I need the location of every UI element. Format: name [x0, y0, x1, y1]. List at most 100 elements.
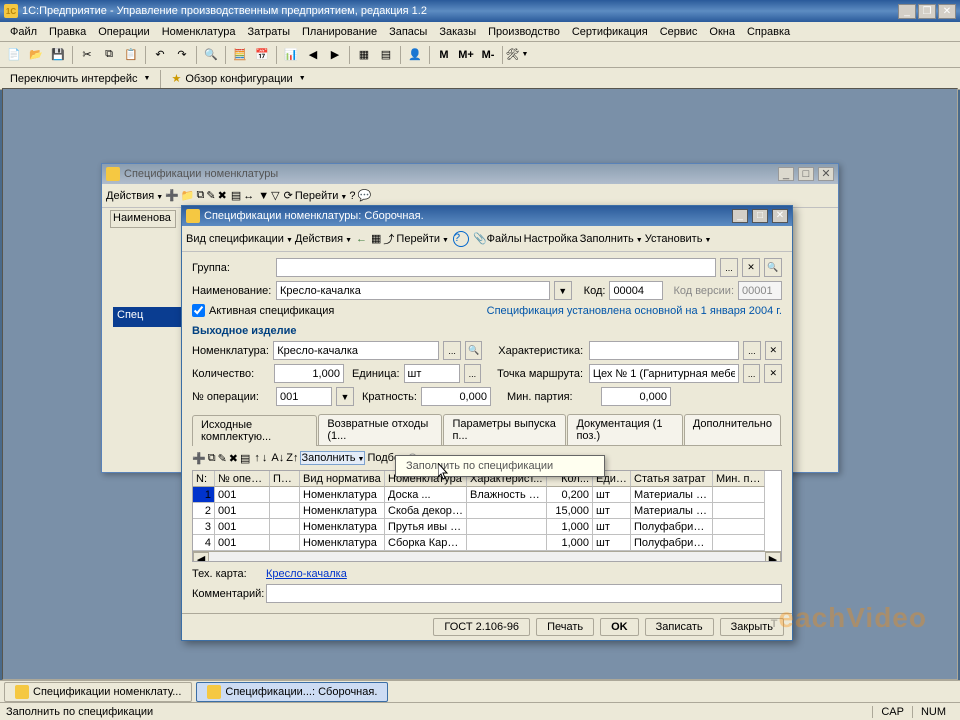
qty-input[interactable] — [274, 364, 344, 383]
copy-icon[interactable]: ⧉ — [99, 45, 119, 65]
tab-extra[interactable]: Дополнительно — [684, 414, 781, 445]
fill-dropdown-item[interactable]: Заполнить по спецификации — [395, 455, 605, 477]
nav-back-icon[interactable]: ◀ — [303, 45, 323, 65]
grid-sort2-icon[interactable]: Z↑ — [286, 452, 298, 464]
nomen-search[interactable]: 🔍 — [465, 341, 482, 360]
files-button[interactable]: 📎Файлы — [473, 232, 522, 245]
save-icon[interactable]: 💾 — [48, 45, 68, 65]
col-min[interactable]: Мин. пар — [713, 471, 765, 487]
win1-actions[interactable]: Действия▼ — [106, 190, 163, 202]
unit-ellipsis[interactable]: ... — [464, 364, 482, 383]
grid-del-icon[interactable]: ✖ — [229, 452, 238, 465]
win2-help-icon[interactable]: ? — [453, 231, 469, 247]
menu-help[interactable]: Справка — [741, 24, 796, 40]
table-row[interactable]: 3001НоменклатураПрутья ивы (дл...1,000шт… — [193, 519, 781, 535]
win1-addfolder-icon[interactable]: 📁 — [181, 189, 195, 202]
fill-button[interactable]: Заполнить▼ — [580, 233, 643, 245]
grid-up-icon[interactable]: ↑ — [254, 452, 260, 464]
menu-file[interactable]: Файл — [4, 24, 43, 40]
route-input[interactable] — [589, 364, 739, 383]
print-button[interactable]: Печать — [536, 618, 594, 636]
grid-edit-icon[interactable]: ✎ — [218, 452, 227, 465]
tab-returns[interactable]: Возвратные отходы (1... — [318, 414, 442, 445]
win2-struct-icon[interactable]: ▦ — [371, 232, 381, 245]
win1-hier-icon[interactable]: ▤ — [231, 189, 241, 202]
win1-del-icon[interactable]: ✖ — [218, 189, 227, 202]
win1-filter-icon[interactable]: ▼ — [258, 190, 269, 202]
win2-close[interactable]: ✕ — [772, 209, 788, 223]
save-button[interactable]: Записать — [645, 618, 714, 636]
group-search[interactable]: 🔍 — [764, 258, 782, 277]
calendar-icon[interactable]: 📅 — [252, 45, 272, 65]
win2-actions[interactable]: Действия▼ — [295, 233, 352, 245]
grid-down-icon[interactable]: ↓ — [262, 452, 268, 464]
spec-view-dropdown[interactable]: Вид спецификации▼ — [186, 233, 293, 245]
group-ellipsis[interactable]: ... — [720, 258, 738, 277]
switch-interface-button[interactable]: Переключить интерфейс▼ — [4, 71, 156, 87]
tree-selected-item[interactable]: Спец — [113, 307, 183, 327]
table-row[interactable]: 1001НоменклатураДоска ...Влажность 15%0,… — [193, 487, 781, 503]
comment-input[interactable] — [266, 584, 782, 603]
route-clear[interactable]: ✕ — [764, 364, 782, 383]
restore-button[interactable]: ❐ — [918, 4, 936, 19]
code-input[interactable] — [609, 281, 663, 300]
win1-max[interactable]: □ — [798, 167, 814, 181]
win2-max[interactable]: □ — [752, 209, 768, 223]
grid-sort1-icon[interactable]: A↓ — [271, 452, 284, 464]
new-doc-icon[interactable]: 📄 — [4, 45, 24, 65]
col-vid[interactable]: Вид норматива — [300, 471, 385, 487]
win1-min[interactable]: _ — [778, 167, 794, 181]
m-plus-icon[interactable]: M+ — [456, 45, 476, 65]
task-speclist[interactable]: Спецификации номенклату... — [4, 682, 192, 702]
undo-icon[interactable]: ↶ — [150, 45, 170, 65]
open-icon[interactable]: 📂 — [26, 45, 46, 65]
win1-refresh-icon[interactable]: ⟳ — [284, 189, 293, 202]
win1-titlebar[interactable]: Спецификации номенклатуры _ □ ✕ — [102, 164, 838, 184]
user-icon[interactable]: 👤 — [405, 45, 425, 65]
m-minus-icon[interactable]: M- — [478, 45, 498, 65]
group-input[interactable] — [276, 258, 716, 277]
scroll-left-icon[interactable]: ◀ — [193, 552, 209, 562]
config-view-button[interactable]: ★Обзор конфигурации▼ — [165, 70, 311, 87]
nomen-input[interactable] — [273, 341, 439, 360]
tab-components[interactable]: Исходные комплектую... — [192, 415, 317, 446]
minbatch-input[interactable] — [601, 387, 671, 406]
techmap-link[interactable]: Кресло-качалка — [266, 568, 347, 580]
name-input[interactable] — [276, 281, 550, 300]
name-dropdown[interactable]: ▼ — [554, 281, 572, 300]
win2-goto[interactable]: Перейти▼ — [396, 233, 449, 245]
cut-icon[interactable]: ✂ — [77, 45, 97, 65]
win1-help-icon[interactable]: ? — [349, 190, 355, 202]
opno-input[interactable] — [276, 387, 332, 406]
tools-dropdown-icon[interactable]: 🛠▼ — [507, 45, 527, 65]
charact-clear[interactable]: ✕ — [765, 341, 782, 360]
tool1-icon[interactable]: ▦ — [354, 45, 374, 65]
minimize-button[interactable]: _ — [898, 4, 916, 19]
win1-close[interactable]: ✕ — [818, 167, 834, 181]
grid-fill-button[interactable]: Заполнить▼ — [300, 451, 365, 465]
menu-cert[interactable]: Сертификация — [566, 24, 654, 40]
nomen-ellipsis[interactable]: ... — [443, 341, 460, 360]
gost-button[interactable]: ГОСТ 2.106-96 — [433, 618, 530, 636]
active-checkbox[interactable] — [192, 304, 205, 317]
col-op[interactable]: № опера... — [215, 471, 270, 487]
find-icon[interactable]: 🔍 — [201, 45, 221, 65]
col-n[interactable]: N: — [193, 471, 215, 487]
grid-hscroll[interactable]: ◀ ▶ — [193, 551, 781, 562]
scroll-right-icon[interactable]: ▶ — [765, 552, 781, 562]
menu-operations[interactable]: Операции — [92, 24, 155, 40]
table-row[interactable]: 2001НоменклатураСкоба декорат...15,000шт… — [193, 503, 781, 519]
ok-button[interactable]: OK — [600, 618, 639, 636]
menu-service[interactable]: Сервис — [654, 24, 704, 40]
route-ellipsis[interactable]: ... — [743, 364, 761, 383]
calc-icon[interactable]: 🧮 — [230, 45, 250, 65]
win1-move-icon[interactable]: ↔ — [243, 190, 254, 202]
opno-dropdown[interactable]: ▼ — [336, 387, 354, 406]
menu-planning[interactable]: Планирование — [296, 24, 383, 40]
menu-costs[interactable]: Затраты — [242, 24, 297, 40]
tab-params[interactable]: Параметры выпуска п... — [443, 414, 566, 445]
components-grid[interactable]: N: № опера... Поз... Вид норматива Номен… — [192, 470, 782, 562]
group-clear[interactable]: ✕ — [742, 258, 760, 277]
menu-nomen[interactable]: Номенклатура — [156, 24, 242, 40]
table-row[interactable]: 4001НоменклатураСборка Каркас...1,000штП… — [193, 535, 781, 551]
